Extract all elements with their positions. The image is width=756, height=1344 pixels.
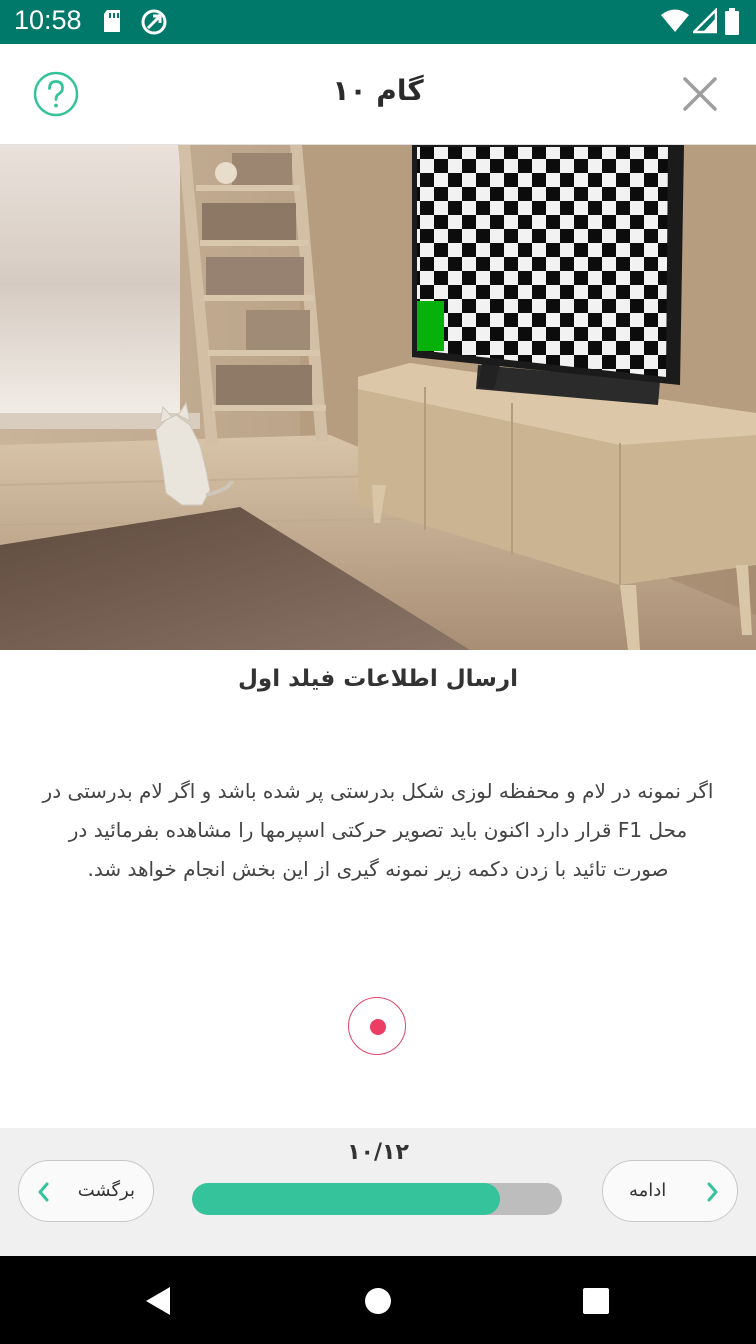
close-button[interactable] [680, 74, 720, 114]
back-triangle-icon [146, 1287, 170, 1315]
back-button-label: برگشت [77, 1180, 135, 1201]
hero-illustration [0, 145, 756, 650]
record-icon [370, 1019, 386, 1035]
section-title: ارسال اطلاعات فیلد اول [237, 666, 519, 692]
page-title: گام ۱۰ [332, 74, 424, 107]
home-nav-button[interactable] [364, 1287, 392, 1319]
recents-square-icon [583, 1288, 609, 1314]
instructions-text: اگر نمونه در لام و محفظه لوزی شکل بدرستی… [42, 779, 714, 881]
chevron-right-icon [707, 1182, 718, 1202]
back-nav-button[interactable] [144, 1286, 172, 1320]
record-button[interactable] [348, 997, 406, 1055]
step-navigation: ۱۰/۱۲ برگشت ادامه [0, 1128, 756, 1256]
wifi-icon [660, 8, 690, 38]
status-bar: 10:58 [0, 0, 756, 44]
recents-nav-button[interactable] [582, 1287, 610, 1319]
app-header: گام ۱۰ [0, 44, 756, 145]
sync-icon [140, 8, 168, 40]
progress-bar [192, 1183, 562, 1215]
back-button[interactable]: برگشت [18, 1160, 154, 1222]
next-button-label: ادامه [629, 1180, 667, 1201]
status-time: 10:58 [14, 5, 82, 35]
signal-icon [690, 6, 718, 38]
room-illustration [0, 145, 756, 650]
battery-icon [724, 8, 740, 40]
progress-fill [192, 1183, 501, 1215]
close-icon [683, 77, 717, 111]
help-circle-icon [33, 71, 79, 117]
help-button[interactable] [33, 71, 79, 117]
system-navigation-bar [0, 1256, 756, 1344]
chevron-left-icon [38, 1182, 49, 1202]
next-button[interactable]: ادامه [602, 1160, 738, 1222]
sd-card-icon [100, 8, 124, 38]
home-circle-icon [365, 1288, 391, 1314]
